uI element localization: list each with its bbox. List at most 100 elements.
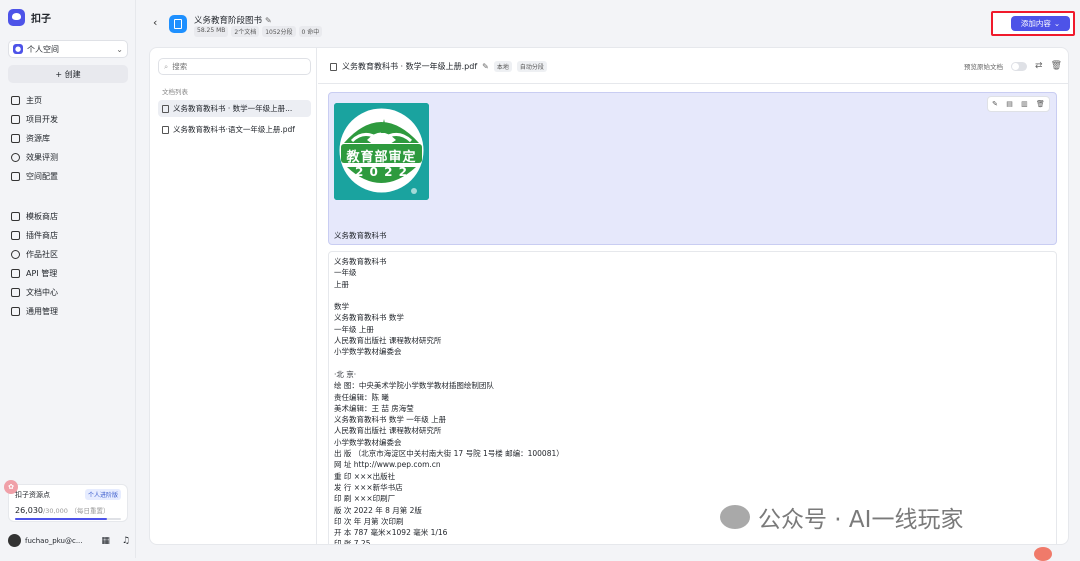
app-title: 扣子 (31, 14, 51, 25)
nav-label: API 管理 (26, 269, 58, 278)
segment-text-line: 一年级 (334, 268, 357, 278)
space-selector[interactable]: ● 个人空间 ⌄ (8, 40, 128, 58)
document-icon (162, 104, 169, 113)
knowledge-panel: ⌕ 文档列表 义务教育教科书 · 数学一年级上册... 义务教育教科书·语文一年… (149, 47, 1069, 545)
search-box[interactable]: ⌕ (158, 58, 311, 75)
emblem-year-text: 2 0 2 2 (355, 165, 408, 179)
nav-item-community[interactable]: 作品社区 (8, 245, 130, 264)
search-input[interactable] (172, 62, 293, 71)
nav-item-library[interactable]: 资源库 (8, 129, 130, 148)
nav-item-template[interactable]: 模板商店 (8, 207, 130, 226)
segment-text-line: 一年级 上册 (334, 324, 374, 334)
user-row: fuchao_pku@c... ▦ ♫ (8, 534, 130, 547)
nav-label: 作品社区 (26, 250, 58, 259)
segment-text-line: 绘 图：中央美术学院小学数学教材插图绘制团队 (334, 381, 494, 391)
nav-label: 文档中心 (26, 288, 58, 297)
bell-icon[interactable]: ♫ (122, 536, 130, 546)
avatar[interactable] (8, 534, 21, 547)
docs-icon (11, 288, 20, 297)
nav-label: 效果评测 (26, 153, 58, 162)
nav-label: 空间配置 (26, 172, 58, 181)
segment-text-line: 出 版 （北京市海淀区中关村南大街 17 号院 1号楼 邮编：100081） (334, 449, 564, 459)
brand[interactable]: 扣子 (8, 9, 51, 26)
resource-note: （每日重置） (70, 507, 110, 515)
nav-item-space-config[interactable]: 空间配置 (8, 167, 130, 186)
community-icon (11, 250, 20, 259)
doc-item-math[interactable]: 义务教育教科书 · 数学一年级上册... (158, 100, 311, 117)
source-tag: 本地 (493, 61, 512, 72)
qrcode-icon[interactable]: ▦ (101, 536, 110, 546)
resource-progress (15, 518, 121, 520)
add-content-label: 添加内容 (1020, 19, 1051, 28)
segment-toolbar: ✎ ▤ ▥ 🗑 (987, 96, 1050, 112)
emblem-top-text: 教育部审定 (346, 150, 417, 165)
segment-text-line: 数学 (334, 302, 349, 312)
nav-label: 通用管理 (26, 307, 58, 316)
nav-item-project[interactable]: 项目开发 (8, 110, 130, 129)
create-button[interactable]: + 创建 (8, 65, 128, 83)
nav-item-plugin[interactable]: 插件商店 (8, 226, 130, 245)
preview-label: 预览原始文档 (964, 63, 1004, 71)
preview-toggle[interactable] (1011, 61, 1028, 71)
doc-item-chinese[interactable]: 义务教育教科书·语文一年级上册.pdf (158, 121, 311, 138)
floating-avatar-icon[interactable] (1034, 547, 1052, 561)
nav-item-api[interactable]: API 管理 (8, 264, 130, 283)
edit-icon[interactable]: ✎ (482, 62, 489, 71)
document-list-pane: ⌕ 文档列表 义务教育教科书 · 数学一年级上册... 义务教育教科书·语文一年… (150, 48, 317, 544)
main: ‹ 义务教育阶段图书 ✎ 58.25 MB 2个文档 1052分段 0 命中 添… (137, 0, 1080, 558)
resource-used: 26,030 (15, 506, 43, 515)
nav-item-admin[interactable]: 通用管理 (8, 302, 130, 321)
resource-progress-fill (15, 518, 107, 520)
image-segment[interactable]: 教育部审定 2 0 2 2 义务教育教科书 ✎ ▤ ▥ 🗑 (328, 92, 1057, 245)
nav-item-home[interactable]: 主页 (8, 91, 130, 110)
segment-text-line: 责任编辑：陈 曦 (334, 392, 389, 402)
segment-text-line: 义务教育教科书 (334, 257, 387, 266)
search-icon: ⌕ (164, 61, 169, 71)
back-icon[interactable]: ‹ (153, 16, 157, 29)
nav-label: 主页 (26, 96, 42, 105)
segment-text-line: 网 址 http://www.pep.com.cn (334, 460, 441, 470)
segment-text-line: 发 行 ×××新华书店 (334, 482, 403, 492)
nav-item-evaluation[interactable]: 效果评测 (8, 148, 130, 167)
plan-badge: 个人进阶版 (84, 489, 121, 500)
add-content-button[interactable]: 添加内容 ⌄ (1011, 16, 1070, 31)
nav-item-docs[interactable]: 文档中心 (8, 283, 130, 302)
kb-docs-tag: 2个文档 (231, 26, 260, 37)
segment-text-line: 印 张 7.25 (334, 539, 371, 545)
watermark-text: 公众号 · AI一线玩家 (758, 507, 964, 533)
knowledge-base-icon (169, 15, 187, 33)
nav-label: 插件商店 (26, 231, 58, 240)
sidebar: 扣子 ● 个人空间 ⌄ + 创建 主页 项目开发 资源库 效果评测 空间配置 模… (0, 0, 136, 558)
edit-icon[interactable]: ✎ (992, 100, 998, 108)
edit-icon[interactable]: ✎ (265, 16, 272, 25)
delete-icon[interactable]: 🗑 (1036, 100, 1045, 108)
api-icon (11, 269, 20, 278)
assistant-avatar-icon[interactable]: ✿ (4, 480, 18, 494)
doc-header: 义务教育教科书 · 数学一年级上册.pdf ✎ 本地 自动分段 预览原始文档 ⇄… (318, 48, 1068, 84)
chevron-down-icon: ⌄ (1053, 19, 1061, 28)
segment-text-line: 义务教育教科书 数学 一年级 上册 (334, 415, 447, 425)
kb-title: 义务教育阶段图书 (194, 16, 263, 26)
nav-label: 模板商店 (26, 212, 58, 221)
kb-size-tag: 58.25 MB (194, 26, 229, 37)
coze-logo-icon (8, 9, 25, 26)
segment-text-line: 小学数学教材编委会 (334, 437, 402, 447)
segment-text-line: 义务教育教科书 数学 (334, 313, 404, 323)
evaluation-icon (11, 153, 20, 162)
delete-icon[interactable]: 🗑 (1051, 61, 1062, 71)
nav-label: 资源库 (26, 134, 50, 143)
textbook-emblem-image: 教育部审定 2 0 2 2 (334, 103, 429, 200)
segment-text-line: 小学数学教材编委会 (334, 347, 402, 357)
chevron-down-icon: ⌄ (116, 44, 123, 54)
doc-item-label: 义务教育教科书 · 数学一年级上册... (173, 104, 293, 113)
insert-above-icon[interactable]: ▤ (1006, 100, 1013, 108)
segment-text-line: 上册 (334, 279, 349, 289)
segment-mode-tag: 自动分段 (516, 61, 547, 72)
user-name: fuchao_pku@c... (25, 536, 83, 545)
resource-card[interactable]: 扣子资源点 个人进阶版 26,030/30,000 （每日重置） (8, 484, 128, 522)
insert-below-icon[interactable]: ▥ (1021, 100, 1028, 108)
watermark: 公众号 · AI一线玩家 (720, 500, 963, 534)
home-icon (11, 96, 20, 105)
sync-icon[interactable]: ⇄ (1035, 61, 1043, 71)
segment-text-line: 美术编辑：王 喆 房海莹 (334, 403, 414, 413)
